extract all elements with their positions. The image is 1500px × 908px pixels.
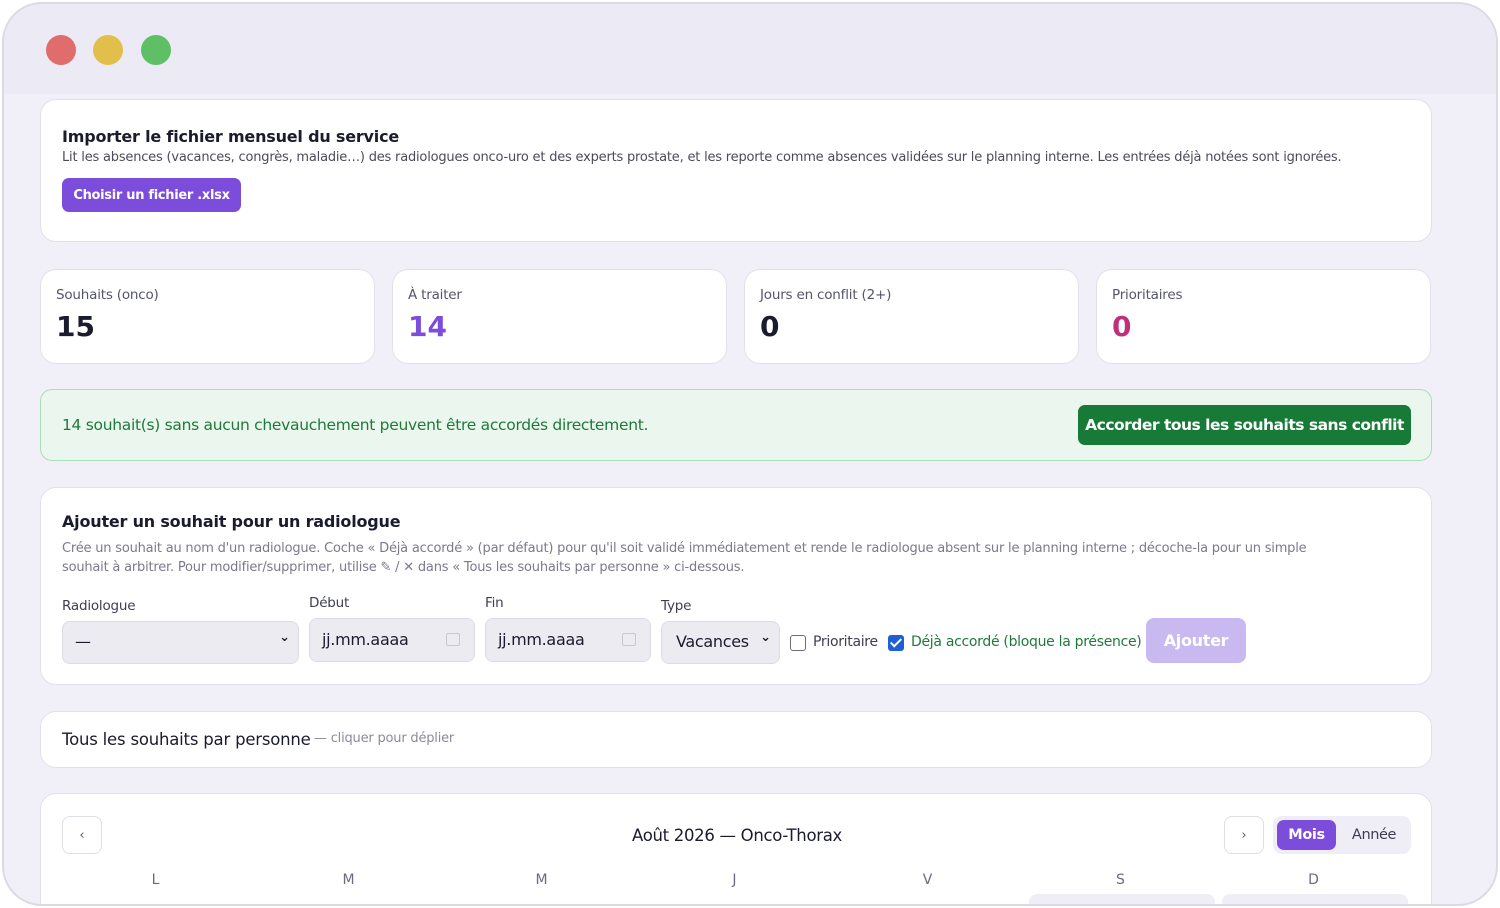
radiologue-label: Radiologue [62, 598, 136, 614]
radiologue-value: — [75, 632, 91, 651]
view-year-button[interactable]: Année [1341, 820, 1407, 850]
prioritaire-label: Prioritaire [813, 634, 878, 650]
add-wish-card: Ajouter un souhait pour un radiologue Cr… [40, 487, 1432, 685]
import-card: Importer le fichier mensuel du service L… [40, 99, 1432, 242]
import-description: Lit les absences (vacances, congrès, mal… [62, 150, 1342, 165]
all-wishes-title: Tous les souhaits par personne [62, 730, 311, 749]
chevron-down-icon: ⌄ [760, 630, 771, 645]
window-titlebar [4, 4, 1496, 94]
banner-text: 14 souhait(s) sans aucun chevauchement p… [62, 416, 649, 434]
import-title: Importer le fichier mensuel du service [62, 127, 400, 146]
type-select[interactable]: Vacances ⌄ [661, 621, 780, 664]
weekday-header: D [1308, 872, 1319, 888]
weekday-header: M [535, 872, 548, 888]
calendar-card: ‹ Août 2026 — Onco-Thorax › Mois Année L… [40, 793, 1432, 904]
all-wishes-hint: — cliquer pour déplier [314, 731, 455, 746]
choose-file-button[interactable]: Choisir un fichier .xlsx [62, 178, 241, 212]
type-label: Type [661, 598, 692, 614]
maximize-window-icon[interactable] [141, 35, 171, 65]
stat-value: 0 [760, 310, 780, 343]
stat-card-conflits: Jours en conflit (2+) 0 [744, 269, 1079, 364]
calendar-day-cell[interactable] [1222, 894, 1408, 904]
stat-value: 14 [408, 310, 447, 343]
calendar-day-cell[interactable] [1029, 894, 1215, 904]
deja-accorde-label: Déjà accordé (bloque la présence) [911, 634, 1142, 650]
stat-card-prioritaires: Prioritaires 0 [1096, 269, 1431, 364]
view-month-button[interactable]: Mois [1277, 820, 1336, 850]
next-month-button[interactable]: › [1224, 816, 1264, 854]
add-wish-button[interactable]: Ajouter [1146, 618, 1246, 663]
app-window: Importer le fichier mensuel du service L… [2, 2, 1498, 906]
stat-card-souhaits: Souhaits (onco) 15 [40, 269, 375, 364]
grant-all-button[interactable]: Accorder tous les souhaits sans conflit [1078, 405, 1411, 445]
stat-label: Jours en conflit (2+) [760, 287, 892, 303]
weekday-header: S [1116, 872, 1125, 888]
stat-card-a-traiter: À traiter 14 [392, 269, 727, 364]
weekday-header: L [151, 872, 160, 888]
radiologue-select[interactable]: — ⌄ [62, 621, 299, 664]
stat-value: 0 [1112, 310, 1132, 343]
stat-label: À traiter [408, 287, 462, 303]
fin-label: Fin [485, 595, 504, 611]
fin-date-input[interactable]: jj.mm.aaaa [485, 618, 651, 662]
stat-label: Souhaits (onco) [56, 287, 159, 303]
weekday-header: V [922, 872, 933, 888]
debut-date-input[interactable]: jj.mm.aaaa [309, 618, 475, 662]
prioritaire-checkbox[interactable] [790, 635, 806, 651]
add-wish-description-line1: Crée un souhait au nom d'un radiologue. … [62, 541, 1307, 556]
debut-label: Début [309, 595, 350, 611]
stat-label: Prioritaires [1112, 287, 1183, 303]
chevron-down-icon: ⌄ [279, 630, 290, 645]
weekday-header: J [732, 872, 737, 888]
stat-value: 15 [56, 310, 95, 343]
weekday-header: M [342, 872, 355, 888]
close-window-icon[interactable] [46, 35, 76, 65]
minimize-window-icon[interactable] [93, 35, 123, 65]
view-toggle: Mois Année [1273, 816, 1411, 854]
fin-placeholder: jj.mm.aaaa [498, 630, 585, 649]
all-wishes-toggle[interactable]: Tous les souhaits par personne — cliquer… [40, 711, 1432, 768]
no-conflict-banner: 14 souhait(s) sans aucun chevauchement p… [40, 389, 1432, 461]
add-wish-description-line2: souhait à arbitrer. Pour modifier/suppri… [62, 560, 745, 575]
calendar-icon[interactable] [622, 633, 636, 646]
type-value: Vacances [676, 632, 749, 651]
calendar-icon[interactable] [446, 633, 460, 646]
debut-placeholder: jj.mm.aaaa [322, 630, 409, 649]
deja-accorde-checkbox[interactable] [888, 635, 904, 651]
add-wish-title: Ajouter un souhait pour un radiologue [62, 512, 401, 531]
